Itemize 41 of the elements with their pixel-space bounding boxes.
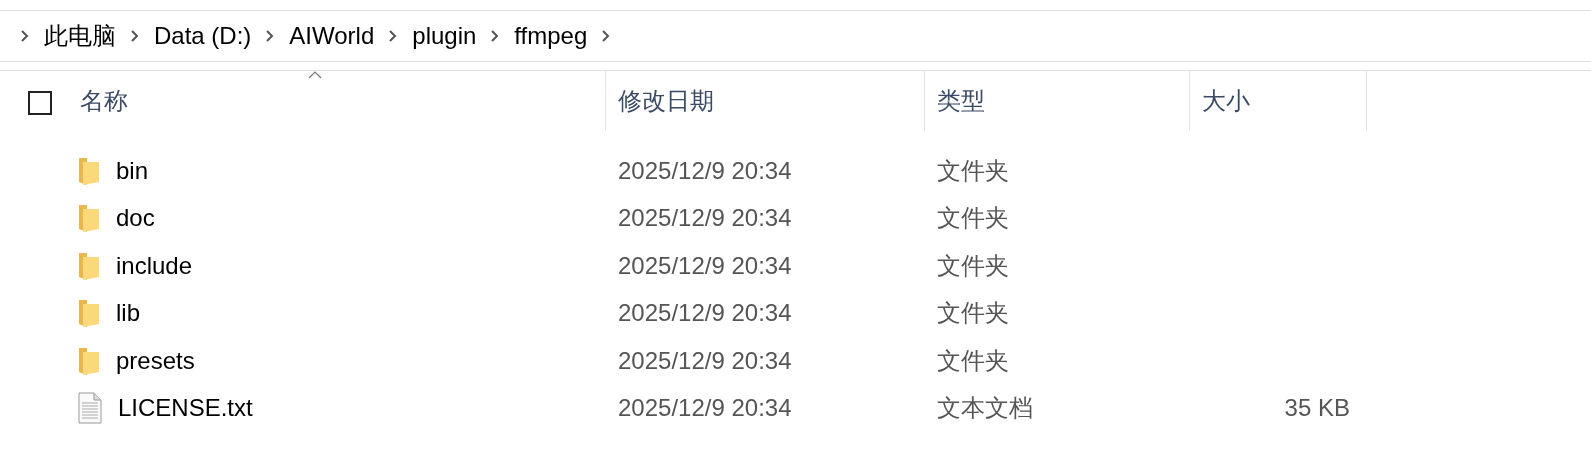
chevron-icon bbox=[601, 29, 612, 43]
file-name[interactable]: doc bbox=[116, 200, 155, 237]
modified-date: 2025/12/9 20:34 bbox=[618, 204, 792, 232]
column-header[interactable]: 名称 bbox=[80, 83, 128, 119]
chevron-icon bbox=[490, 29, 501, 43]
folder-icon bbox=[78, 250, 100, 281]
modified-date: 2025/12/9 20:34 bbox=[618, 156, 792, 184]
breadcrumb-item[interactable]: Data (D:) bbox=[154, 18, 252, 54]
modified-date: 2025/12/9 20:34 bbox=[618, 394, 792, 422]
folder-icon bbox=[78, 345, 100, 376]
select-all-checkbox[interactable] bbox=[28, 91, 52, 115]
modified-date: 2025/12/9 20:34 bbox=[618, 251, 792, 279]
file-name[interactable]: presets bbox=[116, 342, 195, 379]
text-file-icon bbox=[78, 392, 102, 425]
chevron-icon bbox=[130, 29, 140, 43]
file-name[interactable]: lib bbox=[116, 295, 140, 332]
file-size: 35 KB bbox=[1284, 393, 1350, 424]
chevron-icon bbox=[20, 29, 30, 43]
file-type: 文件夹 bbox=[937, 251, 1009, 279]
file-type: 文本文档 bbox=[937, 394, 1033, 422]
chevron-icon bbox=[265, 29, 276, 43]
file-type: 文件夹 bbox=[937, 346, 1009, 374]
breadcrumb-item[interactable]: 此电脑 bbox=[44, 18, 116, 54]
file-type: 文件夹 bbox=[937, 299, 1009, 327]
file-name[interactable]: LICENSE.txt bbox=[118, 390, 253, 427]
column-header[interactable]: 修改日期 bbox=[618, 83, 714, 119]
file-type: 文件夹 bbox=[937, 156, 1009, 184]
modified-date: 2025/12/9 20:34 bbox=[618, 346, 792, 374]
modified-date: 2025/12/9 20:34 bbox=[618, 299, 792, 327]
breadcrumb-item[interactable]: AIWorld bbox=[289, 18, 375, 54]
folder-icon bbox=[78, 203, 100, 234]
file-type: 文件夹 bbox=[937, 204, 1009, 232]
folder-icon bbox=[78, 155, 100, 186]
column-header[interactable]: 大小 bbox=[1202, 83, 1250, 119]
chevron-icon bbox=[388, 29, 399, 43]
column-header[interactable]: 类型 bbox=[937, 83, 985, 119]
breadcrumb-item[interactable]: ffmpeg bbox=[514, 18, 588, 54]
file-name[interactable]: include bbox=[116, 247, 193, 284]
breadcrumb-item[interactable]: plugin bbox=[412, 18, 477, 54]
folder-icon bbox=[78, 298, 100, 329]
file-name[interactable]: bin bbox=[116, 152, 149, 189]
